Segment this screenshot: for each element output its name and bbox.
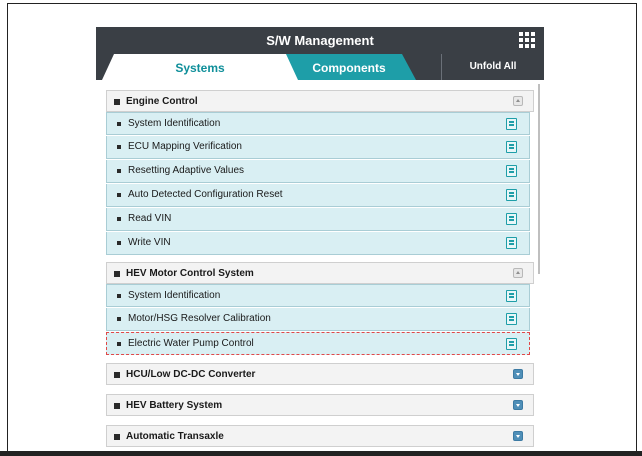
list-item-label: System Identification — [128, 118, 221, 129]
document-icon[interactable] — [506, 338, 517, 350]
list-item-label: ECU Mapping Verification — [128, 141, 242, 152]
list-item[interactable]: Read VIN — [106, 208, 530, 231]
unfold-all-button[interactable]: Unfold All — [441, 54, 544, 80]
bullet-icon — [117, 241, 121, 245]
document-icon[interactable] — [506, 213, 517, 225]
sw-management-app: S/W Management Components Systems Unfold… — [96, 27, 544, 451]
group-header-engine-control[interactable]: Engine Control — [106, 90, 534, 112]
group-header-hev-battery[interactable]: HEV Battery System — [106, 394, 534, 416]
list-item[interactable]: Resetting Adaptive Values — [106, 160, 530, 183]
bullet-icon — [114, 271, 120, 277]
list-item-label: Motor/HSG Resolver Calibration — [128, 313, 271, 324]
list-item-label: System Identification — [128, 290, 221, 301]
bullet-icon — [117, 317, 121, 321]
tab-systems[interactable]: Systems — [102, 54, 298, 80]
window-title: S/W Management — [266, 33, 374, 48]
list-item-label: Resetting Adaptive Values — [128, 165, 245, 176]
group-header-hcu-converter[interactable]: HCU/Low DC-DC Converter — [106, 363, 534, 385]
grid-menu-icon[interactable] — [519, 32, 535, 48]
document-icon[interactable] — [506, 141, 517, 153]
system-list: Engine Control System Identification ECU… — [96, 80, 544, 451]
group-title: HEV Motor Control System — [126, 268, 254, 279]
expand-icon[interactable] — [513, 400, 523, 410]
document-icon[interactable] — [506, 290, 517, 302]
expand-icon[interactable] — [513, 369, 523, 379]
list-item-label: Auto Detected Configuration Reset — [128, 189, 283, 200]
group-title: Automatic Transaxle — [126, 431, 224, 442]
list-item-selected[interactable]: Electric Water Pump Control — [106, 332, 530, 355]
bullet-icon — [114, 372, 120, 378]
bullet-icon — [114, 403, 120, 409]
bullet-icon — [117, 294, 121, 298]
group-title: HEV Battery System — [126, 400, 223, 411]
group-title: Engine Control — [126, 96, 198, 107]
bullet-icon — [114, 434, 120, 440]
bullet-icon — [117, 217, 121, 221]
list-item[interactable]: Auto Detected Configuration Reset — [106, 184, 530, 207]
tab-systems-label: Systems — [175, 61, 225, 75]
list-item-label: Write VIN — [128, 237, 171, 248]
bottom-border — [0, 451, 642, 456]
tab-bar: Components Systems Unfold All — [96, 54, 544, 80]
bullet-icon — [117, 342, 121, 346]
list-item[interactable]: Write VIN — [106, 232, 530, 255]
document-icon[interactable] — [506, 313, 517, 325]
collapse-icon[interactable] — [513, 96, 523, 106]
list-item[interactable]: Motor/HSG Resolver Calibration — [106, 308, 530, 331]
bullet-icon — [114, 99, 120, 105]
bullet-icon — [117, 122, 121, 126]
scrollbar[interactable] — [538, 84, 540, 274]
tab-components-label: Components — [312, 61, 386, 75]
document-icon[interactable] — [506, 237, 517, 249]
title-bar: S/W Management — [96, 27, 544, 54]
bullet-icon — [117, 169, 121, 173]
document-icon[interactable] — [506, 189, 517, 201]
document-icon[interactable] — [506, 118, 517, 130]
collapse-icon[interactable] — [513, 268, 523, 278]
list-item-label: Electric Water Pump Control — [128, 338, 254, 349]
list-item[interactable]: ECU Mapping Verification — [106, 136, 530, 159]
expand-icon[interactable] — [513, 431, 523, 441]
document-icon[interactable] — [506, 165, 517, 177]
list-item[interactable]: System Identification — [106, 284, 530, 307]
list-item[interactable]: System Identification — [106, 112, 530, 135]
group-header-automatic-transaxle[interactable]: Automatic Transaxle — [106, 425, 534, 447]
bullet-icon — [117, 193, 121, 197]
list-item-label: Read VIN — [128, 213, 172, 224]
bullet-icon — [117, 145, 121, 149]
group-title: HCU/Low DC-DC Converter — [126, 369, 256, 380]
tab-components[interactable]: Components — [282, 54, 416, 80]
group-header-hev-motor-control[interactable]: HEV Motor Control System — [106, 262, 534, 284]
